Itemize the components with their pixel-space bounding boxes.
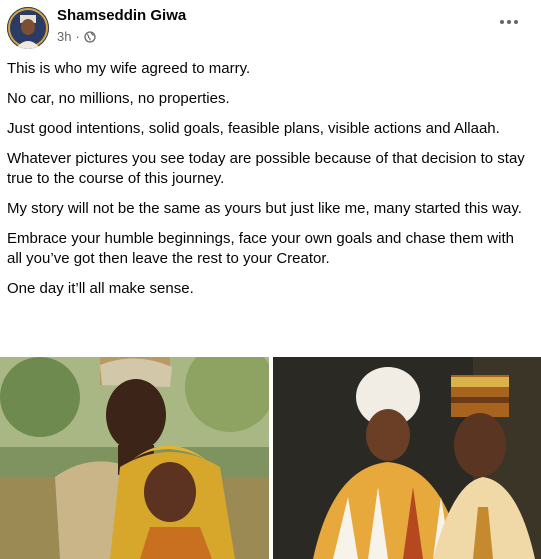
couple-photo-recent[interactable] — [273, 357, 541, 559]
post-timestamp[interactable]: 3h — [57, 29, 71, 44]
facebook-post: Shamseddin Giwa 3h · This is who my wife… — [0, 0, 541, 559]
more-options-icon[interactable] — [493, 10, 525, 34]
post-paragraph: No car, no millions, no properties. — [7, 90, 230, 107]
post-meta: 3h · — [57, 29, 96, 44]
post-paragraph: My story will not be the same as yours b… — [7, 200, 522, 217]
post-header: Shamseddin Giwa 3h · — [0, 0, 541, 56]
post-paragraph: One day it’ll all make sense. — [7, 280, 194, 297]
post-paragraph: Just good intentions, solid goals, feasi… — [7, 120, 500, 137]
author-avatar[interactable] — [7, 7, 49, 49]
author-name[interactable]: Shamseddin Giwa — [57, 7, 186, 24]
post-paragraph: This is who my wife agreed to marry. — [7, 60, 251, 77]
post-text: This is who my wife agreed to marry. No … — [7, 59, 532, 309]
post-photos — [0, 357, 541, 559]
globe-icon[interactable] — [84, 30, 96, 43]
post-paragraph: Embrace your humble beginnings, face you… — [7, 230, 514, 267]
post-paragraph: Whatever pictures you see today are poss… — [7, 150, 525, 187]
couple-photo-old[interactable] — [0, 357, 269, 559]
meta-separator: · — [75, 29, 80, 44]
